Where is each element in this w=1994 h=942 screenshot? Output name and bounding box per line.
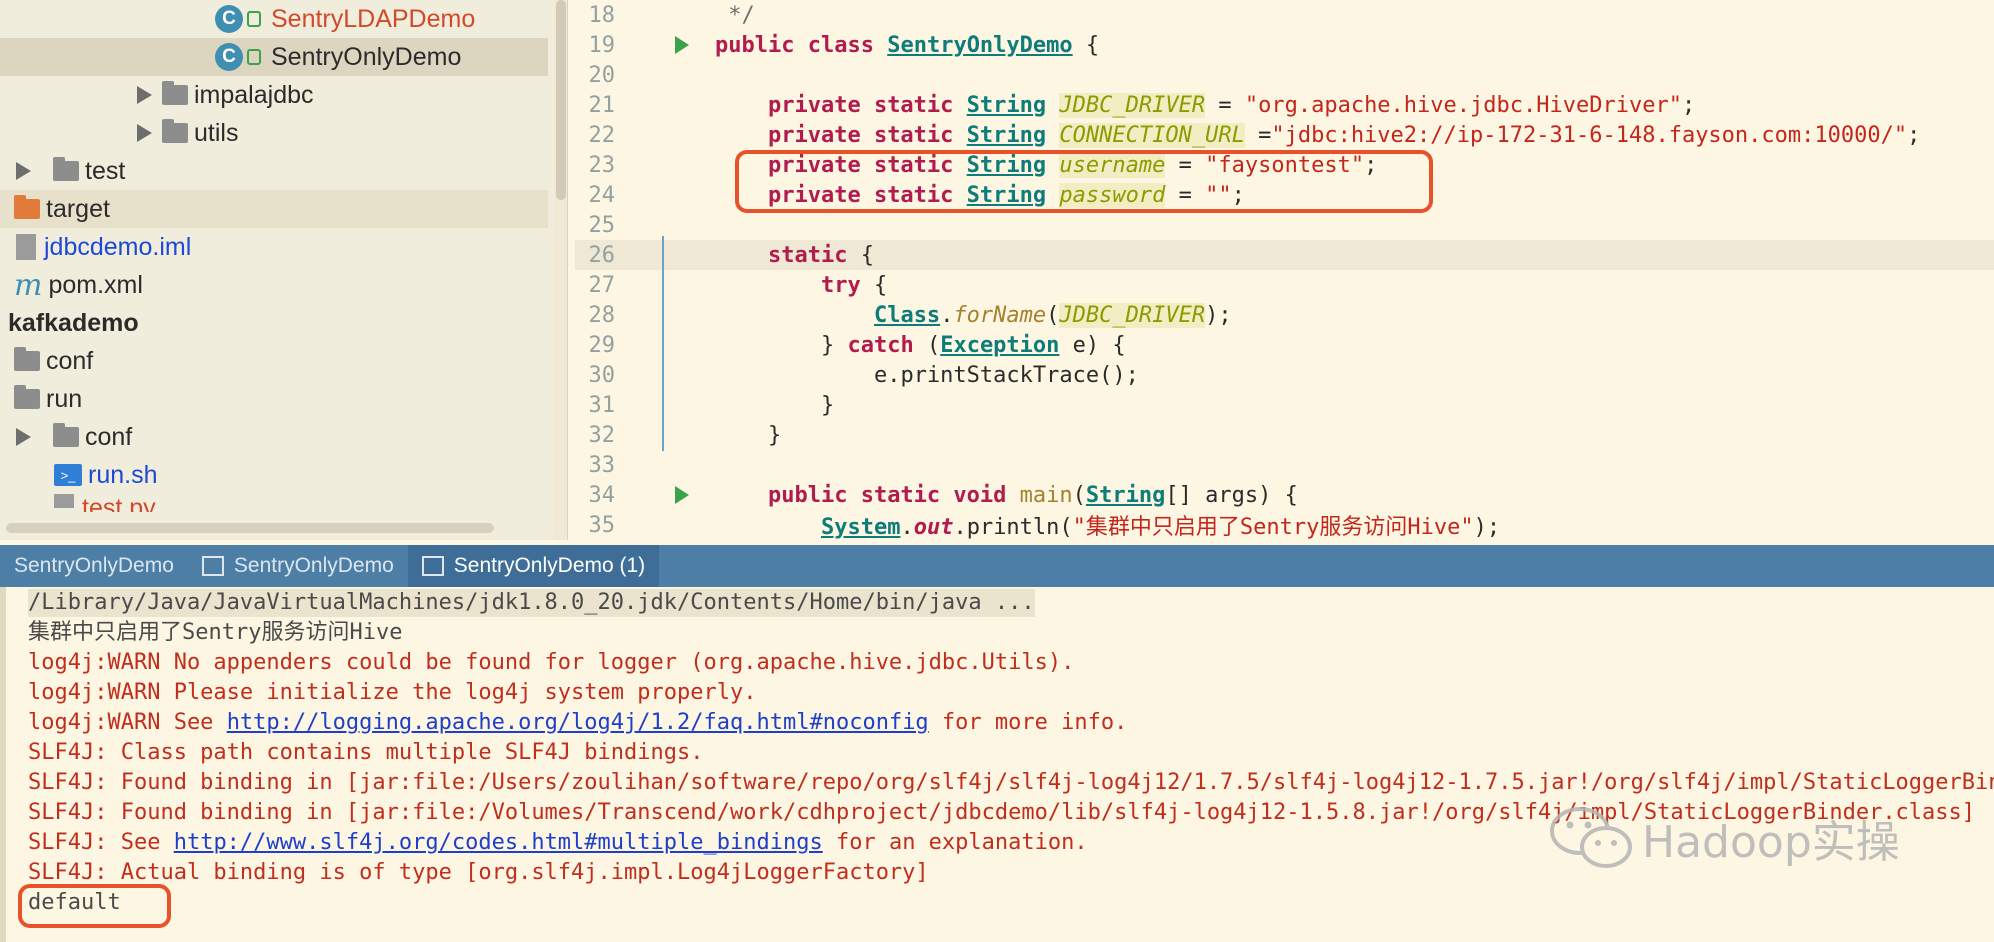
code-line: 20 (588, 62, 616, 88)
scrollbar-thumb[interactable] (556, 0, 566, 200)
folder-icon (53, 157, 79, 181)
console-line: SLF4J: Found binding in [jar:file:/Users… (28, 770, 1994, 795)
file-icon (16, 234, 36, 260)
expand-arrow-icon[interactable] (137, 86, 152, 104)
tree-item-run[interactable]: run (0, 380, 548, 418)
tree-item-sentryonlydemo[interactable]: C SentryOnlyDemo (0, 38, 548, 76)
annotation-highlight-credentials (735, 150, 1433, 213)
folder-icon (14, 385, 40, 409)
slf4j-codes-link[interactable]: http://www.slf4j.org/codes.html#multiple… (174, 830, 823, 855)
tree-item-run-sh[interactable]: >_ run.sh (0, 456, 548, 494)
code-line: 27 try { (588, 272, 888, 298)
code-line: 31 } (588, 392, 835, 418)
block-indent-guide (662, 236, 664, 451)
file-icon (54, 494, 74, 508)
watermark: Hadoop实操 (1548, 805, 1900, 871)
code-line: 21 private static String JDBC_DRIVER = "… (588, 92, 1696, 118)
lock-icon (247, 49, 261, 65)
tree-item-test-py[interactable]: test.py (0, 494, 548, 512)
shell-script-icon: >_ (54, 464, 82, 486)
code-line: 34 public static void main(String[] args… (588, 482, 1298, 508)
console-line: 集群中只启用了Sentry服务访问Hive (28, 620, 403, 645)
vertical-scrollbar[interactable] (554, 0, 568, 540)
code-editor[interactable]: 18 */ 19 public class SentryOnlyDemo { 2… (575, 0, 1994, 540)
console-line: SLF4J: See http://www.slf4j.org/codes.ht… (28, 830, 1088, 855)
tab-sentryonlydemo-3[interactable]: SentryOnlyDemo (1) (407, 545, 660, 587)
run-tab-bar: SentryOnlyDemo SentryOnlyDemo SentryOnly… (0, 545, 1994, 587)
folder-icon (162, 81, 188, 105)
code-line-current: 26 static { (575, 240, 1994, 270)
run-gutter-icon[interactable] (675, 486, 689, 504)
folder-icon (53, 423, 79, 447)
console-gutter (0, 587, 6, 942)
expand-arrow-icon[interactable] (16, 428, 31, 446)
code-line: 18 */ (588, 2, 755, 28)
tree-item-jdbcdemo-iml[interactable]: jdbcdemo.iml (0, 228, 548, 266)
folder-icon (14, 195, 40, 219)
console-line: SLF4J: Class path contains multiple SLF4… (28, 740, 704, 765)
expand-arrow-icon[interactable] (16, 162, 31, 180)
horizontal-scrollbar[interactable] (6, 523, 494, 533)
tree-item-run-conf[interactable]: conf (0, 418, 548, 456)
lock-icon (247, 11, 261, 27)
console-line: SLF4J: Actual binding is of type [org.sl… (28, 860, 929, 885)
code-line: 35 System.out.println("集群中只启用了Sentry服务访问… (588, 512, 1501, 541)
maven-icon: m (14, 267, 43, 303)
code-line: 30 e.printStackTrace(); (588, 362, 1139, 388)
console-icon (421, 556, 444, 576)
code-line: 33 (588, 452, 616, 478)
tree-item-pom-xml[interactable]: m pom.xml (0, 266, 548, 304)
folder-icon (14, 347, 40, 371)
tree-item-utils[interactable]: utils (0, 114, 548, 152)
console-icon (201, 556, 224, 576)
console-line: /Library/Java/JavaVirtualMachines/jdk1.8… (28, 589, 1035, 617)
code-line: 28 Class.forName(JDBC_DRIVER); (588, 302, 1232, 328)
code-line: 19 public class SentryOnlyDemo { (588, 32, 1100, 58)
console-line: log4j:WARN See http://logging.apache.org… (28, 710, 1128, 735)
java-class-icon: C (215, 43, 243, 71)
expand-arrow-icon[interactable] (137, 124, 152, 142)
code-line: 25 (588, 212, 616, 238)
tree-item-sentryldapdemo[interactable]: C SentryLDAPDemo (0, 0, 548, 38)
run-gutter-icon[interactable] (675, 36, 689, 54)
tree-item-impalajdbc[interactable]: impalajdbc (0, 76, 548, 114)
tree-item-test[interactable]: test (0, 152, 548, 190)
tree-item-conf[interactable]: conf (0, 342, 548, 380)
tab-sentryonlydemo-1[interactable]: SentryOnlyDemo (0, 545, 188, 587)
folder-icon (162, 119, 188, 143)
run-console[interactable]: /Library/Java/JavaVirtualMachines/jdk1.8… (0, 587, 1994, 942)
tree-item-target[interactable]: target (0, 190, 548, 228)
java-class-icon: C (215, 5, 243, 33)
tree-item-kafkademo[interactable]: kafkademo (0, 304, 548, 342)
wechat-icon (1550, 807, 1632, 868)
console-line: log4j:WARN Please initialize the log4j s… (28, 680, 757, 705)
console-line: log4j:WARN No appenders could be found f… (28, 650, 1075, 675)
code-line: 32 } (588, 422, 782, 448)
tab-sentryonlydemo-2[interactable]: SentryOnlyDemo (188, 545, 408, 587)
project-tree: C SentryLDAPDemo C SentryOnlyDemo impala… (0, 0, 555, 540)
log4j-faq-link[interactable]: http://logging.apache.org/log4j/1.2/faq.… (227, 710, 929, 735)
annotation-highlight-output (18, 884, 171, 928)
code-line: 29 } catch (Exception e) { (588, 332, 1126, 358)
code-line: 22 private static String CONNECTION_URL … (588, 122, 1921, 148)
